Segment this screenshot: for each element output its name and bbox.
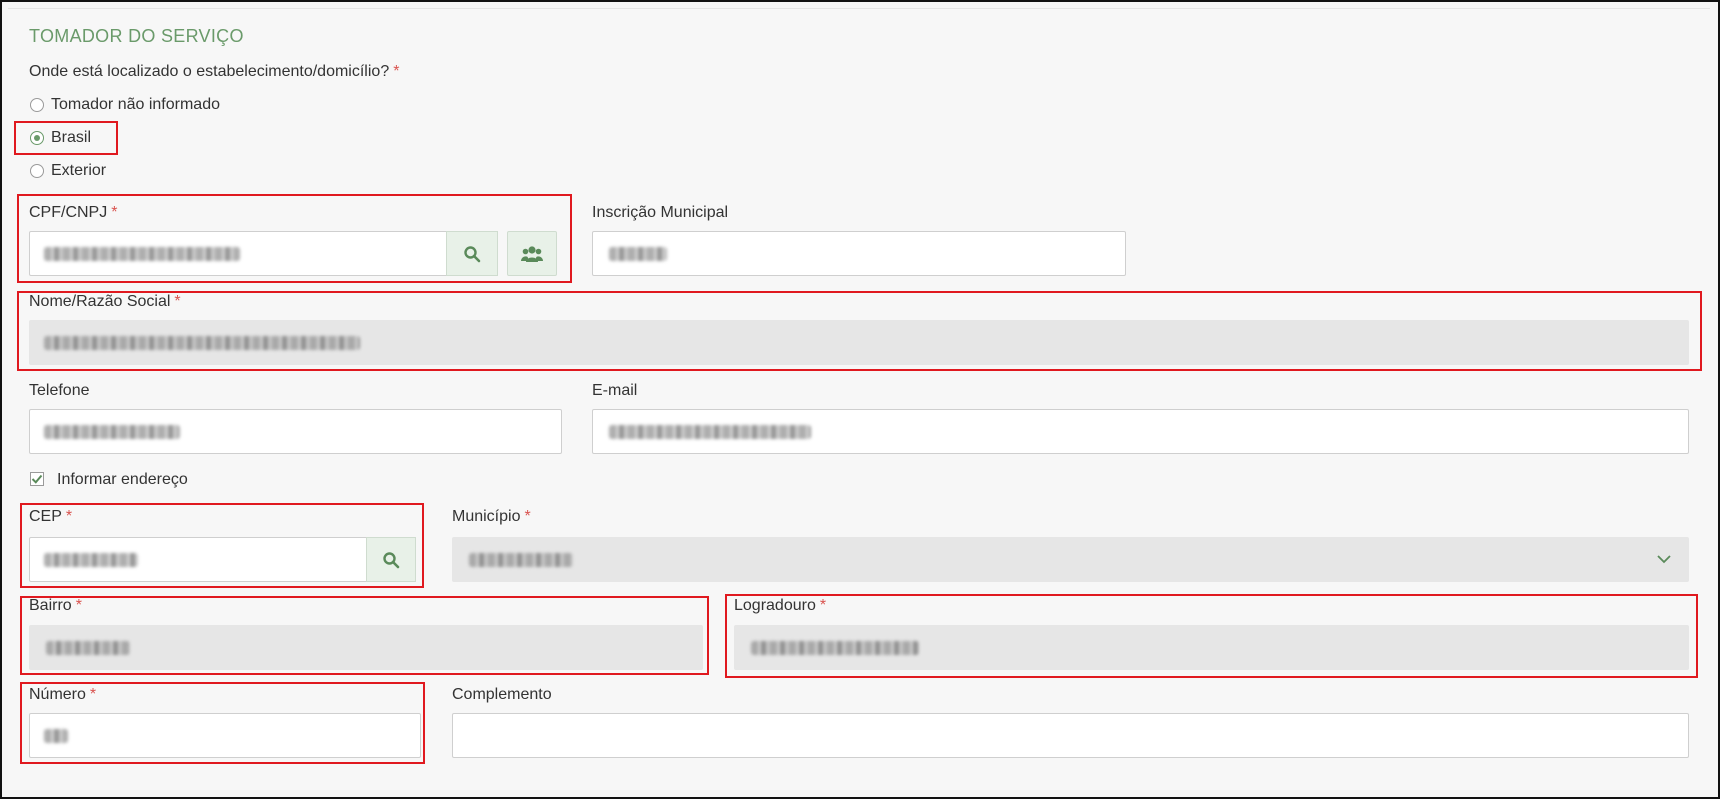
radio-brasil[interactable]	[30, 131, 44, 145]
required-mark: *	[524, 508, 531, 525]
telefone-input[interactable]	[29, 409, 562, 454]
required-mark: *	[65, 508, 73, 525]
numero-label-text: Número	[29, 686, 86, 703]
redacted-value	[44, 728, 68, 743]
radio-label-exterior: Exterior	[51, 162, 107, 179]
cep-search-button[interactable]	[366, 537, 416, 582]
cep-input[interactable]	[29, 537, 416, 582]
numero-label: Número *	[29, 686, 96, 704]
redacted-value	[469, 552, 573, 567]
users-icon	[521, 245, 543, 262]
bairro-input[interactable]	[29, 625, 703, 670]
redacted-value	[44, 335, 360, 350]
email-label: E-mail	[592, 382, 638, 399]
logradouro-label: Logradouro *	[734, 597, 826, 615]
inscricao-municipal-input[interactable]	[592, 231, 1126, 276]
email-input[interactable]	[592, 409, 1689, 454]
radio-label-brasil: Brasil	[51, 129, 92, 146]
complemento-label: Complemento	[452, 686, 552, 703]
radio-tomador-nao-informado[interactable]	[30, 98, 44, 112]
logradouro-label-text: Logradouro	[734, 597, 816, 614]
search-icon	[383, 551, 400, 568]
required-mark: *	[75, 597, 82, 614]
municipio-label-text: Município	[452, 508, 521, 525]
radio-selected-dot	[34, 135, 40, 141]
municipio-label: Município *	[452, 508, 531, 526]
informar-endereco-label: Informar endereço	[57, 471, 188, 488]
required-mark: *	[89, 686, 97, 703]
radio-exterior[interactable]	[30, 164, 44, 178]
redacted-value	[44, 246, 240, 261]
telefone-label: Telefone	[29, 382, 90, 399]
cpf-cnpj-search-button[interactable]	[446, 231, 498, 276]
nome-razao-social-label: Nome/Razão Social *	[29, 293, 181, 311]
redacted-value	[609, 424, 811, 439]
search-icon	[464, 245, 481, 262]
redacted-value	[44, 552, 138, 567]
check-icon	[31, 474, 43, 484]
location-question: Onde está localizado o estabelecimento/d…	[29, 63, 399, 81]
cpf-cnpj-label-text: CPF/CNPJ	[29, 204, 108, 221]
section-title: TOMADOR DO SERVIÇO	[29, 26, 244, 46]
cep-label: CEP *	[29, 508, 72, 526]
cpf-cnpj-users-button[interactable]	[507, 231, 557, 276]
required-mark: *	[174, 293, 181, 310]
cpf-cnpj-input[interactable]	[29, 231, 498, 276]
redacted-value	[609, 246, 667, 261]
nome-razao-social-input[interactable]	[29, 320, 1689, 365]
informar-endereco-checkbox[interactable]	[30, 472, 44, 486]
municipio-select[interactable]	[452, 537, 1689, 582]
form-panel	[8, 8, 1710, 790]
numero-input[interactable]	[29, 713, 421, 758]
cpf-cnpj-label: CPF/CNPJ *	[29, 204, 117, 222]
redacted-value	[44, 424, 180, 439]
bairro-label: Bairro *	[29, 597, 82, 615]
nome-razao-social-label-text: Nome/Razão Social	[29, 293, 171, 310]
bairro-label-text: Bairro	[29, 597, 72, 614]
chevron-down-icon	[1657, 555, 1671, 564]
location-question-text: Onde está localizado o estabelecimento/d…	[29, 63, 390, 80]
radio-label-tomador-nao-informado: Tomador não informado	[51, 96, 220, 113]
cep-label-text: CEP	[29, 508, 62, 525]
logradouro-input[interactable]	[734, 625, 1689, 670]
required-mark: *	[393, 63, 400, 80]
inscricao-municipal-label: Inscrição Municipal	[592, 204, 729, 221]
redacted-value	[46, 640, 130, 655]
redacted-value	[751, 640, 919, 655]
required-mark: *	[111, 204, 118, 221]
required-mark: *	[819, 597, 827, 614]
complemento-input[interactable]	[452, 713, 1689, 758]
